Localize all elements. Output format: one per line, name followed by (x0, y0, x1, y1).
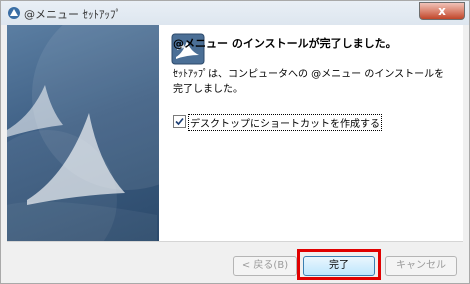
window-title: @メニュー ｾｯﾄｱｯﾌﾟ (24, 8, 121, 21)
side-banner-image (7, 25, 159, 241)
completion-heading: @メニュー のインストールが完了しました。 (173, 37, 397, 50)
cancel-button[interactable]: キャンセル (385, 256, 457, 276)
footer-divider (7, 241, 463, 242)
close-icon: x (438, 4, 446, 18)
finish-button-highlight (297, 249, 381, 280)
shortcut-checkbox[interactable] (173, 115, 186, 128)
shortcut-checkbox-label[interactable]: デスクトップにショートカットを作成する (188, 114, 382, 131)
completion-message: ｾｯﾄｱｯﾌﾟは、コンピュータへの @メニュー のインストールを完了しました。 (173, 69, 445, 95)
back-button[interactable]: < 戻る(B) (233, 256, 297, 276)
app-title-icon (8, 7, 20, 19)
close-button[interactable]: x (419, 2, 465, 20)
setup-window: @メニュー ｾｯﾄｱｯﾌﾟ x @メニュー のインストールが完了しました。 ｾｯ… (0, 0, 470, 284)
title-bar: @メニュー ｾｯﾄｱｯﾌﾟ x (1, 1, 469, 25)
wizard-content: @メニュー のインストールが完了しました。 ｾｯﾄｱｯﾌﾟは、コンピュータへの … (7, 25, 463, 241)
checkmark-icon (175, 117, 184, 126)
